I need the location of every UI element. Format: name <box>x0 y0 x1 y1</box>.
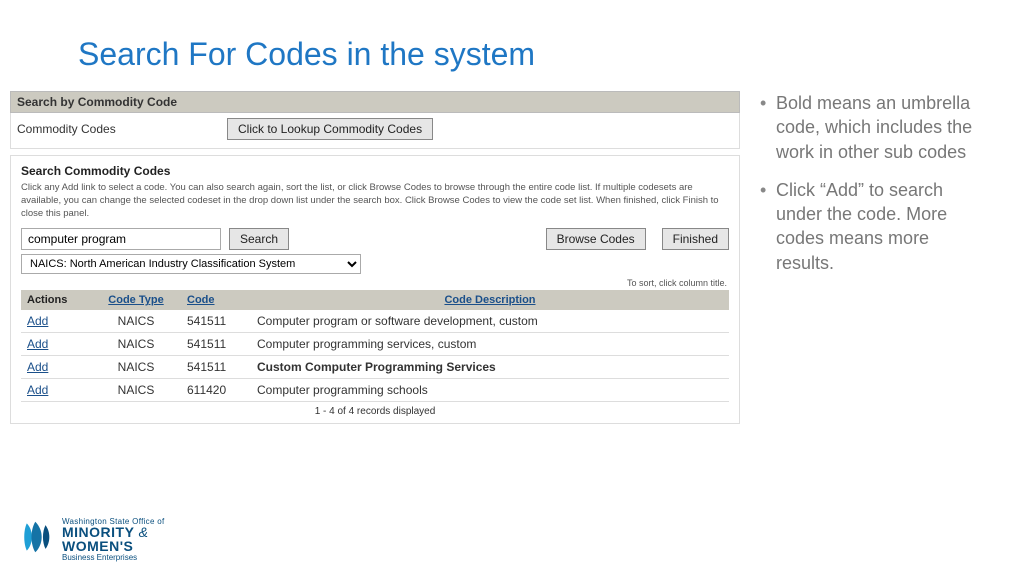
cell-code: 541511 <box>181 356 251 379</box>
omwbe-logo: Washington State Office of MINORITY & WO… <box>20 517 165 562</box>
panel-help-text: Click any Add link to select a code. You… <box>21 182 729 220</box>
note-bullet: Click “Add” to search under the code. Mo… <box>760 178 990 275</box>
cell-code: 541511 <box>181 310 251 333</box>
add-link[interactable]: Add <box>27 337 48 351</box>
cell-description: Custom Computer Programming Services <box>251 356 729 379</box>
commodity-codes-label: Commodity Codes <box>17 122 227 136</box>
add-link[interactable]: Add <box>27 314 48 328</box>
col-code-type[interactable]: Code Type <box>91 290 181 310</box>
slide-title: Search For Codes in the system <box>0 0 1024 91</box>
cell-description: Computer programming schools <box>251 379 729 402</box>
cell-code: 611420 <box>181 379 251 402</box>
browse-codes-button[interactable]: Browse Codes <box>546 228 646 250</box>
col-code[interactable]: Code <box>181 290 251 310</box>
cell-codetype: NAICS <box>91 333 181 356</box>
cell-description: Computer program or software development… <box>251 310 729 333</box>
search-commodity-panel: Search Commodity Codes Click any Add lin… <box>10 155 740 424</box>
cell-codetype: NAICS <box>91 310 181 333</box>
search-by-commodity-header: Search by Commodity Code <box>10 91 740 113</box>
note-bullet: Bold means an umbrella code, which inclu… <box>760 91 990 164</box>
cell-code: 541511 <box>181 333 251 356</box>
search-panel-column: Search by Commodity Code Commodity Codes… <box>0 91 740 424</box>
col-actions: Actions <box>21 290 91 310</box>
table-row: Add NAICS541511Computer program or softwa… <box>21 310 729 333</box>
results-table: Actions Code Type Code Code Description … <box>21 290 729 402</box>
lookup-commodity-codes-button[interactable]: Click to Lookup Commodity Codes <box>227 118 433 140</box>
codeset-select[interactable]: NAICS: North American Industry Classific… <box>21 254 361 274</box>
cell-codetype: NAICS <box>91 379 181 402</box>
cell-codetype: NAICS <box>91 356 181 379</box>
logo-text: Washington State Office of MINORITY & WO… <box>62 517 165 562</box>
table-row: Add NAICS541511Custom Computer Programmin… <box>21 356 729 379</box>
sort-hint: To sort, click column title. <box>21 278 727 288</box>
logo-icon <box>20 520 54 559</box>
col-description[interactable]: Code Description <box>251 290 729 310</box>
records-footer: 1 - 4 of 4 records displayed <box>21 402 729 419</box>
table-row: Add NAICS541511Computer programming servi… <box>21 333 729 356</box>
lookup-row: Commodity Codes Click to Lookup Commodit… <box>10 113 740 149</box>
search-button[interactable]: Search <box>229 228 289 250</box>
search-input[interactable] <box>21 228 221 250</box>
panel-title: Search Commodity Codes <box>21 164 729 178</box>
notes-column: Bold means an umbrella code, which inclu… <box>760 91 990 289</box>
add-link[interactable]: Add <box>27 383 48 397</box>
add-link[interactable]: Add <box>27 360 48 374</box>
cell-description: Computer programming services, custom <box>251 333 729 356</box>
table-row: Add NAICS611420Computer programming schoo… <box>21 379 729 402</box>
finished-button[interactable]: Finished <box>662 228 729 250</box>
